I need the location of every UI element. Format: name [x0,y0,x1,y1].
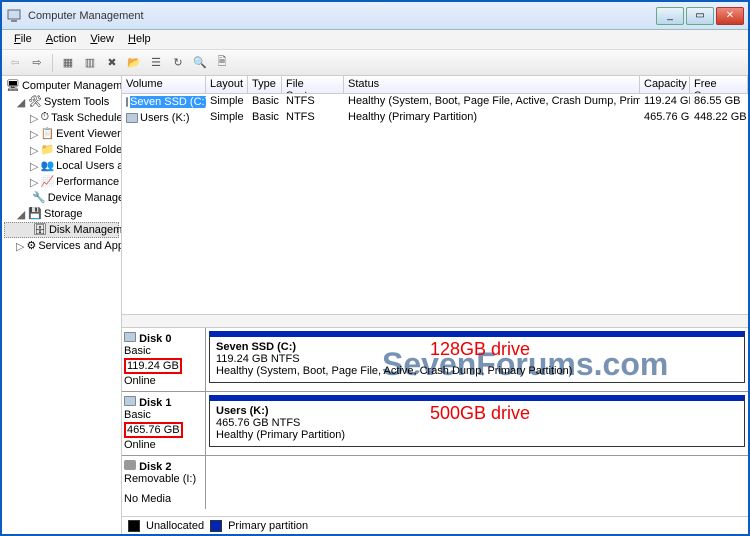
col-capacity[interactable]: Capacity [640,76,690,93]
legend-swatch-primary [210,520,222,532]
volume-list-header[interactable]: Volume Layout Type File System Status Ca… [122,76,748,94]
titlebar: Computer Management _ ▭ ✕ [2,2,748,30]
partition-box[interactable]: Users (K:) 465.76 GB NTFS Healthy (Prima… [209,395,745,447]
app-icon [6,8,22,24]
maximize-button[interactable]: ▭ [686,7,714,25]
tree-system-tools[interactable]: ◢🛠System Tools [4,94,119,110]
window-title: Computer Management [28,10,656,22]
removable-icon [124,460,136,470]
back-button[interactable]: ⇦ [6,54,24,72]
tree-performance[interactable]: ▷📈Performance [4,174,119,190]
partition-box[interactable]: Seven SSD (C:) 119.24 GB NTFS Healthy (S… [209,331,745,383]
menubar: File Action View Help [2,30,748,50]
drive-icon [126,113,138,123]
tree-disk-management[interactable]: 🗄Disk Management [4,222,119,238]
tree-event-viewer[interactable]: ▷📋Event Viewer [4,126,119,142]
disk-graphical-view: Disk 0 Basic 119.24 GB Online Seven SSD … [122,328,748,516]
tool-button[interactable]: ✖ [103,54,121,72]
toolbar: ⇦ ⇨ ▦ ▥ ✖ 📂 ☰ ↻ 🔍 🗎 [2,50,748,76]
menu-help[interactable]: Help [122,30,157,49]
tool-button[interactable]: ☰ [147,54,165,72]
disk-row[interactable]: Disk 2 Removable (I:) No Media [122,456,748,509]
disk-icon [124,396,136,406]
menu-view[interactable]: View [84,30,120,49]
tree-device-manager[interactable]: 🔧Device Manager [4,190,119,206]
volume-row[interactable]: Seven SSD (C:) Simple Basic NTFS Healthy… [122,94,748,110]
forward-button[interactable]: ⇨ [28,54,46,72]
col-type[interactable]: Type [248,76,282,93]
tool-button[interactable]: ▦ [59,54,77,72]
annotation: 500GB drive [430,403,530,424]
col-volume[interactable]: Volume [122,76,206,93]
drive-icon [126,97,128,107]
nav-tree[interactable]: 🖥Computer Management (Local ◢🛠System Too… [2,76,122,534]
tree-local-users[interactable]: ▷👥Local Users and Groups [4,158,119,174]
legend-swatch-unallocated [128,520,140,532]
volume-list-empty: SevenForums.com [122,126,748,314]
disk-row[interactable]: Disk 1 Basic 465.76 GB Online Users (K:)… [122,392,748,456]
disk-icon [124,332,136,342]
col-layout[interactable]: Layout [206,76,248,93]
disk-size-highlight: 465.76 GB [124,422,183,438]
disk-row[interactable]: Disk 0 Basic 119.24 GB Online Seven SSD … [122,328,748,392]
tree-services[interactable]: ▷⚙Services and Applications [4,238,119,254]
minimize-button[interactable]: _ [656,7,684,25]
volume-row[interactable]: Users (K:) Simple Basic NTFS Healthy (Pr… [122,110,748,126]
tool-button[interactable]: ▥ [81,54,99,72]
disk-size-highlight: 119.24 GB [124,358,182,374]
splitter[interactable] [122,314,748,328]
menu-action[interactable]: Action [40,30,83,49]
tree-shared-folders[interactable]: ▷📁Shared Folders [4,142,119,158]
close-button[interactable]: ✕ [716,7,744,25]
annotation: 128GB drive [430,339,530,360]
tree-root[interactable]: 🖥Computer Management (Local [4,78,119,94]
tool-button[interactable]: 🗎 [213,54,231,72]
tree-task-scheduler[interactable]: ▷⏱Task Scheduler [4,110,119,126]
col-status[interactable]: Status [344,76,640,93]
col-filesystem[interactable]: File System [282,76,344,93]
tree-storage[interactable]: ◢💾Storage [4,206,119,222]
col-freespace[interactable]: Free Space [690,76,748,93]
refresh-button[interactable]: ↻ [169,54,187,72]
menu-file[interactable]: File [8,30,38,49]
legend: Unallocated Primary partition [122,516,748,534]
tool-button[interactable]: 🔍 [191,54,209,72]
tool-button[interactable]: 📂 [125,54,143,72]
